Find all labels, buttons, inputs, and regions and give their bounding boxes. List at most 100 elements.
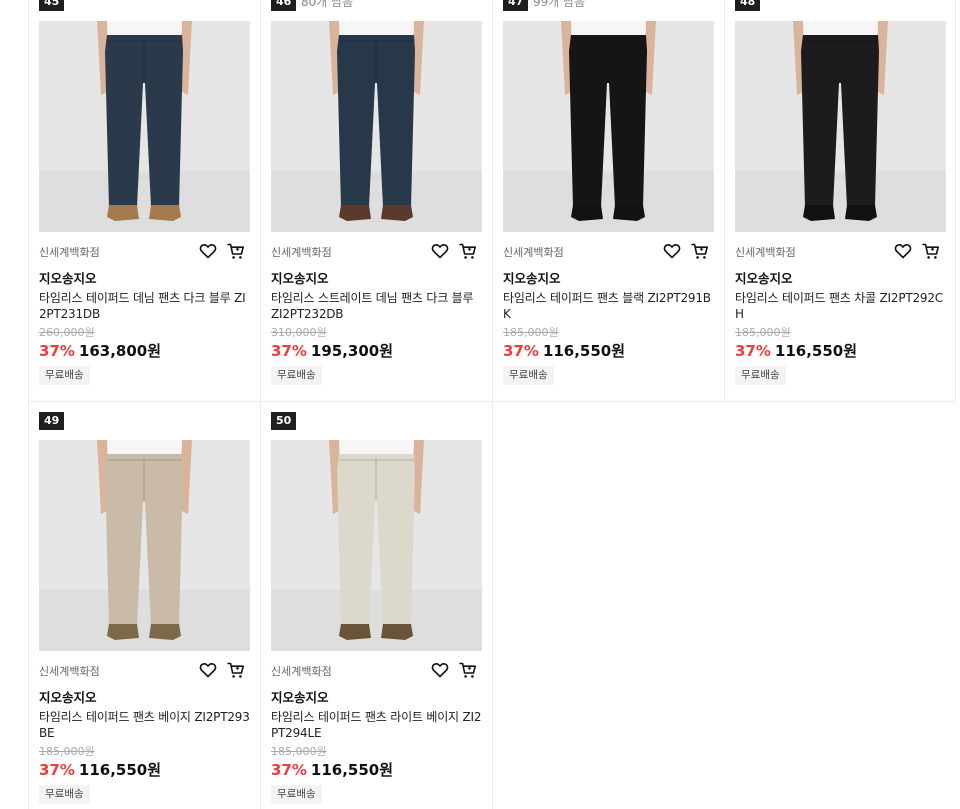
cart-icon[interactable]	[458, 241, 478, 261]
store-name[interactable]: 신세계백화점	[39, 663, 100, 679]
price-row: 37% 116,550원	[735, 341, 945, 361]
sale-price: 116,550원	[542, 342, 626, 360]
product-image[interactable]	[271, 440, 482, 651]
original-price: 310,000원	[271, 326, 327, 339]
product-photo	[39, 440, 250, 651]
discount-rate: 37%	[39, 342, 75, 360]
price-row: 37% 116,550원	[39, 760, 250, 780]
empty-cell	[724, 402, 956, 809]
rank-row: 48	[735, 0, 945, 21]
product-name[interactable]: 타임리스 테이퍼드 팬츠 베이지 ZI2PT293BE	[39, 709, 250, 741]
original-price: 185,000원	[503, 326, 559, 339]
product-card[interactable]: 48 신세계백화점 지오송지오 타임리스 테이퍼드 팬츠 차콜 ZI2PT292…	[724, 0, 956, 402]
product-image[interactable]	[39, 440, 250, 651]
rank-badge: 49	[39, 412, 65, 430]
discount-rate: 37%	[39, 761, 75, 779]
product-image[interactable]	[503, 21, 714, 232]
original-price: 185,000원	[735, 326, 791, 339]
price-row: 37% 163,800원	[39, 341, 250, 361]
rank-row: 47 99개 남음	[503, 0, 714, 21]
store-row: 신세계백화점	[39, 655, 250, 691]
product-card[interactable]: 46 80개 남음 신세계백화점 지오송지오 타임리스 스트레이트 데님 팬츠 …	[260, 0, 492, 402]
brand-name[interactable]: 지오송지오	[503, 270, 714, 288]
free-shipping-badge: 무료배송	[271, 366, 322, 385]
product-image[interactable]	[271, 21, 482, 232]
heart-icon[interactable]	[198, 660, 218, 680]
product-photo	[271, 21, 482, 232]
stock-remaining-text: 99개 남음	[533, 0, 586, 9]
heart-icon[interactable]	[430, 241, 450, 261]
cart-icon[interactable]	[921, 241, 941, 261]
rank-badge: 48	[735, 0, 761, 11]
rank-row: 49	[39, 402, 250, 440]
store-name[interactable]: 신세계백화점	[271, 244, 332, 260]
product-photo	[735, 21, 946, 232]
empty-cell	[492, 402, 724, 809]
store-name[interactable]: 신세계백화점	[503, 244, 564, 260]
cart-icon[interactable]	[690, 241, 710, 261]
heart-icon[interactable]	[430, 660, 450, 680]
discount-rate: 37%	[271, 342, 307, 360]
heart-icon[interactable]	[662, 241, 682, 261]
product-photo	[271, 440, 482, 651]
price-row: 37% 116,550원	[503, 341, 714, 361]
free-shipping-badge: 무료배송	[271, 785, 322, 804]
store-name[interactable]: 신세계백화점	[39, 244, 100, 260]
original-price: 185,000원	[39, 745, 95, 758]
store-row: 신세계백화점	[39, 236, 250, 272]
rank-badge: 46	[271, 0, 297, 11]
product-card[interactable]: 49 신세계백화점 지오송지오 타임리스 테이퍼드 팬츠 베이지 ZI2PT29…	[28, 402, 260, 809]
rank-badge: 50	[271, 412, 297, 430]
price-row: 37% 116,550원	[271, 760, 482, 780]
rank-row: 45	[39, 0, 250, 21]
brand-name[interactable]: 지오송지오	[271, 689, 482, 707]
brand-name[interactable]: 지오송지오	[735, 270, 945, 288]
original-price: 185,000원	[271, 745, 327, 758]
rank-row: 50	[271, 402, 482, 440]
discount-rate: 37%	[503, 342, 539, 360]
store-name[interactable]: 신세계백화점	[271, 663, 332, 679]
cart-icon[interactable]	[226, 660, 246, 680]
product-image[interactable]	[735, 21, 946, 232]
free-shipping-badge: 무료배송	[39, 785, 90, 804]
product-image[interactable]	[39, 21, 250, 232]
sale-price: 116,550원	[774, 342, 858, 360]
store-row: 신세계백화점	[503, 236, 714, 272]
discount-rate: 37%	[271, 761, 307, 779]
product-name[interactable]: 타임리스 테이퍼드 팬츠 차콜 ZI2PT292CH	[735, 290, 945, 322]
product-name[interactable]: 타임리스 스트레이트 데님 팬츠 다크 블루 ZI2PT232DB	[271, 290, 482, 322]
stock-remaining-text: 80개 남음	[301, 0, 354, 9]
cart-icon[interactable]	[458, 660, 478, 680]
product-photo	[39, 21, 250, 232]
store-name[interactable]: 신세계백화점	[735, 244, 796, 260]
cart-icon[interactable]	[226, 241, 246, 261]
sale-price: 116,550원	[78, 761, 162, 779]
product-card[interactable]: 47 99개 남음 신세계백화점 지오송지오 타임리스 테이퍼드 팬츠 블랙 Z…	[492, 0, 724, 402]
product-name[interactable]: 타임리스 테이퍼드 데님 팬츠 다크 블루 ZI2PT231DB	[39, 290, 250, 322]
free-shipping-badge: 무료배송	[503, 366, 554, 385]
sale-price: 195,300원	[310, 342, 394, 360]
product-photo	[503, 21, 714, 232]
price-row: 37% 195,300원	[271, 341, 482, 361]
product-name[interactable]: 타임리스 테이퍼드 팬츠 라이트 베이지 ZI2PT294LE	[271, 709, 482, 741]
rank-row: 46 80개 남음	[271, 0, 482, 21]
rank-badge: 45	[39, 0, 65, 11]
brand-name[interactable]: 지오송지오	[39, 689, 250, 707]
free-shipping-badge: 무료배송	[735, 366, 786, 385]
store-row: 신세계백화점	[271, 236, 482, 272]
heart-icon[interactable]	[893, 241, 913, 261]
product-name[interactable]: 타임리스 테이퍼드 팬츠 블랙 ZI2PT291BK	[503, 290, 714, 322]
discount-rate: 37%	[735, 342, 771, 360]
heart-icon[interactable]	[198, 241, 218, 261]
free-shipping-badge: 무료배송	[39, 366, 90, 385]
original-price: 260,000원	[39, 326, 95, 339]
sale-price: 116,550원	[310, 761, 394, 779]
brand-name[interactable]: 지오송지오	[39, 270, 250, 288]
store-row: 신세계백화점	[271, 655, 482, 691]
product-card[interactable]: 50 신세계백화점 지오송지오 타임리스 테이퍼드 팬츠 라이트 베이지 ZI2…	[260, 402, 492, 809]
sale-price: 163,800원	[78, 342, 162, 360]
store-row: 신세계백화점	[735, 236, 945, 272]
product-card[interactable]: 45 신세계백화점 지오송지오 타임리스 테이퍼드 데님 팬츠 다크 블루 ZI…	[28, 0, 260, 402]
product-grid: 45 신세계백화점 지오송지오 타임리스 테이퍼드 데님 팬츠 다크 블루 ZI…	[28, 0, 958, 809]
brand-name[interactable]: 지오송지오	[271, 270, 482, 288]
